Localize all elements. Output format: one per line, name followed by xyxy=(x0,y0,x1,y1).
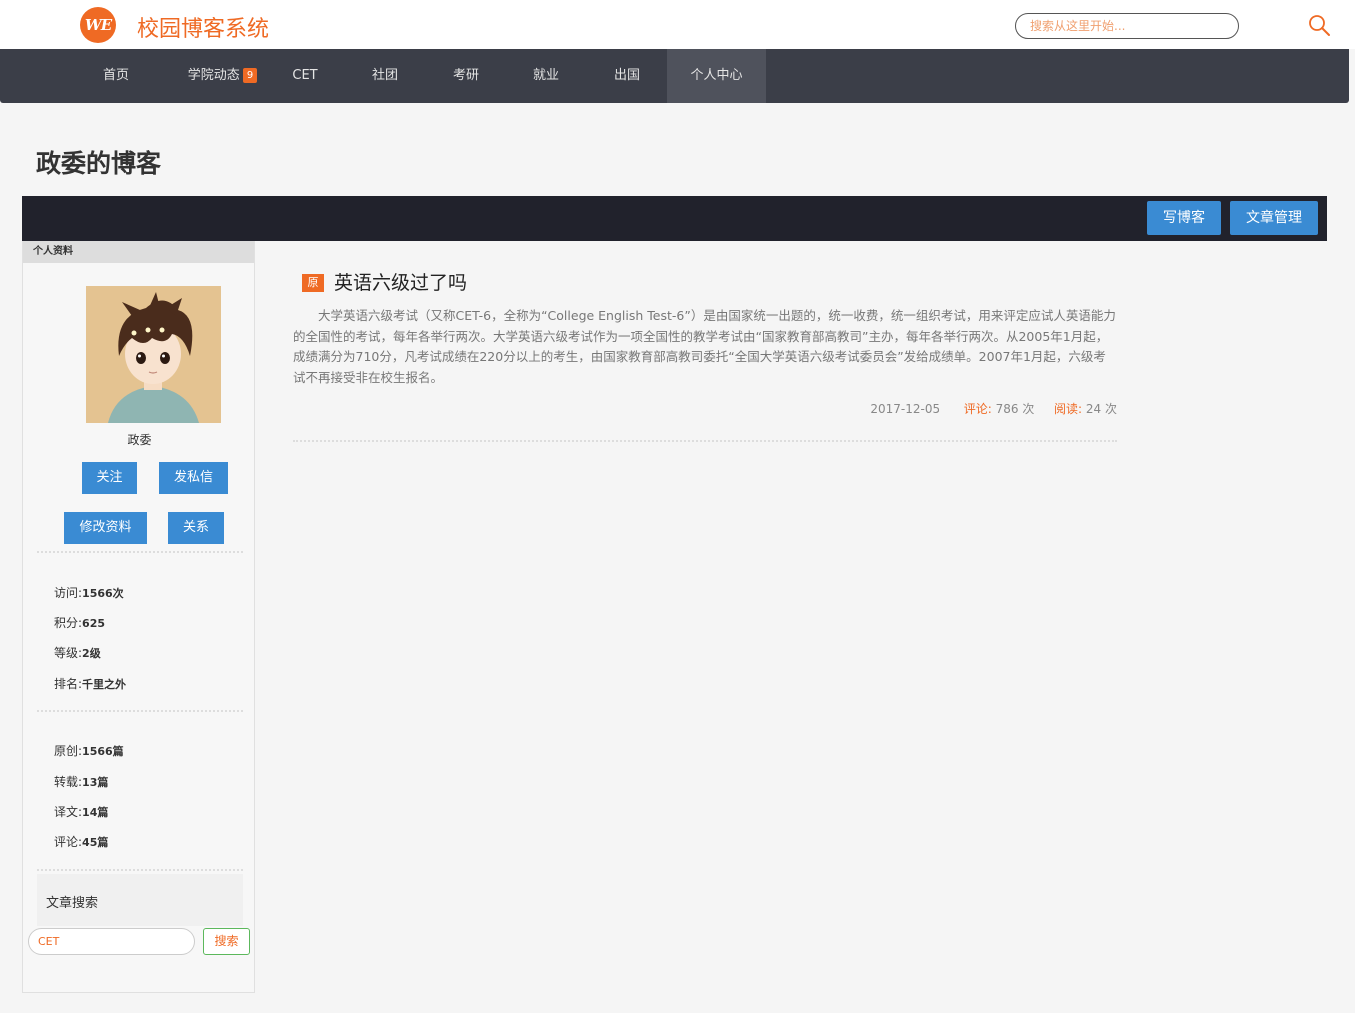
count-label: 译文: xyxy=(54,805,83,819)
search-icon[interactable] xyxy=(1307,13,1331,37)
stat-label: 排名: xyxy=(54,677,83,691)
stat-value: 2级 xyxy=(82,647,101,660)
divider xyxy=(37,551,243,553)
count-label: 转载: xyxy=(54,775,83,789)
count-translated: 译文:14篇 xyxy=(54,803,108,820)
article-summary: 大学英语六级考试（又称CET-6，全称为“College English Tes… xyxy=(293,308,1116,385)
manage-articles-button[interactable]: 文章管理 xyxy=(1230,201,1318,235)
article-meta: 2017-12-05 评论: 786 次 阅读: 24 次 xyxy=(870,400,1117,417)
article-search-panel: 文章搜索 xyxy=(37,874,243,926)
nav-item-cet[interactable]: CET xyxy=(283,49,327,103)
comments-label: 评论: xyxy=(963,402,992,416)
nav-item-clubs[interactable]: 社团 xyxy=(359,49,411,103)
news-count-badge: 9 xyxy=(242,68,258,83)
nav-item-college-news[interactable]: 学院动态 9 xyxy=(175,49,270,103)
comments-count: 786 次 xyxy=(995,402,1035,416)
reads-count: 24 次 xyxy=(1085,402,1117,416)
nav-item-abroad[interactable]: 出国 xyxy=(601,49,653,103)
count-value: 13篇 xyxy=(82,776,109,789)
count-reposted: 转载:13篇 xyxy=(54,773,108,790)
main-nav: 首页 学院动态 9 CET 社团 考研 就业 出国 个人中心 xyxy=(0,49,1349,103)
divider xyxy=(37,869,243,871)
count-label: 评论: xyxy=(54,835,83,849)
blog-title: 政委的博客 xyxy=(36,149,162,178)
count-value: 45篇 xyxy=(82,836,109,849)
article-search-label: 文章搜索 xyxy=(46,896,99,911)
top-header: WE 校园博客系统 xyxy=(0,0,1355,49)
reads-label: 阅读: xyxy=(1054,402,1083,416)
stat-value: 625 xyxy=(82,617,106,630)
original-badge: 原 xyxy=(302,274,324,292)
article-title[interactable]: 英语六级过了吗 xyxy=(334,268,467,295)
top-search-input[interactable] xyxy=(1015,13,1239,39)
follow-button[interactable]: 关注 xyxy=(82,462,137,494)
count-comments: 评论:45篇 xyxy=(54,833,108,850)
nav-item-label: 学院动态 xyxy=(187,68,240,83)
article-search-input[interactable] xyxy=(28,928,195,955)
avatar[interactable] xyxy=(86,286,221,423)
stat-visits: 访问:1566次 xyxy=(54,584,124,601)
nav-item-home[interactable]: 首页 xyxy=(90,49,142,103)
logo[interactable]: WE xyxy=(80,7,116,43)
count-value: 14篇 xyxy=(82,806,109,819)
count-value: 1566篇 xyxy=(82,745,124,758)
nav-item-personal-center[interactable]: 个人中心 xyxy=(667,49,766,103)
stat-label: 积分: xyxy=(54,616,83,630)
article-search-button[interactable]: 搜索 xyxy=(203,928,250,955)
stat-points: 积分:625 xyxy=(54,614,105,631)
profile-sidebar: 个人资料 政委 关注 发私信 修改资料 关系 访问:1566次 积分:625 等… xyxy=(22,241,255,993)
count-label: 原创: xyxy=(54,744,83,758)
profile-header: 个人资料 xyxy=(23,241,254,263)
divider xyxy=(293,440,1117,442)
relations-button[interactable]: 关系 xyxy=(168,512,224,544)
stat-value: 千里之外 xyxy=(82,678,127,691)
divider xyxy=(37,710,243,712)
stat-label: 访问: xyxy=(54,586,83,600)
username: 政委 xyxy=(127,433,152,447)
stat-level: 等级:2级 xyxy=(54,644,101,661)
private-message-button[interactable]: 发私信 xyxy=(159,462,228,494)
article-date: 2017-12-05 xyxy=(870,402,941,416)
logo-text: WE xyxy=(84,16,112,34)
nav-item-postgrad[interactable]: 考研 xyxy=(440,49,492,103)
stat-label: 等级: xyxy=(54,646,83,660)
write-blog-button[interactable]: 写博客 xyxy=(1147,201,1221,235)
nav-item-jobs[interactable]: 就业 xyxy=(520,49,572,103)
stat-rank: 排名:千里之外 xyxy=(54,675,126,692)
blog-toolbar: 写博客 文章管理 xyxy=(22,196,1327,241)
edit-profile-button[interactable]: 修改资料 xyxy=(64,512,147,544)
count-original: 原创:1566篇 xyxy=(54,742,124,759)
site-title[interactable]: 校园博客系统 xyxy=(137,11,269,43)
stat-value: 1566次 xyxy=(82,587,124,600)
